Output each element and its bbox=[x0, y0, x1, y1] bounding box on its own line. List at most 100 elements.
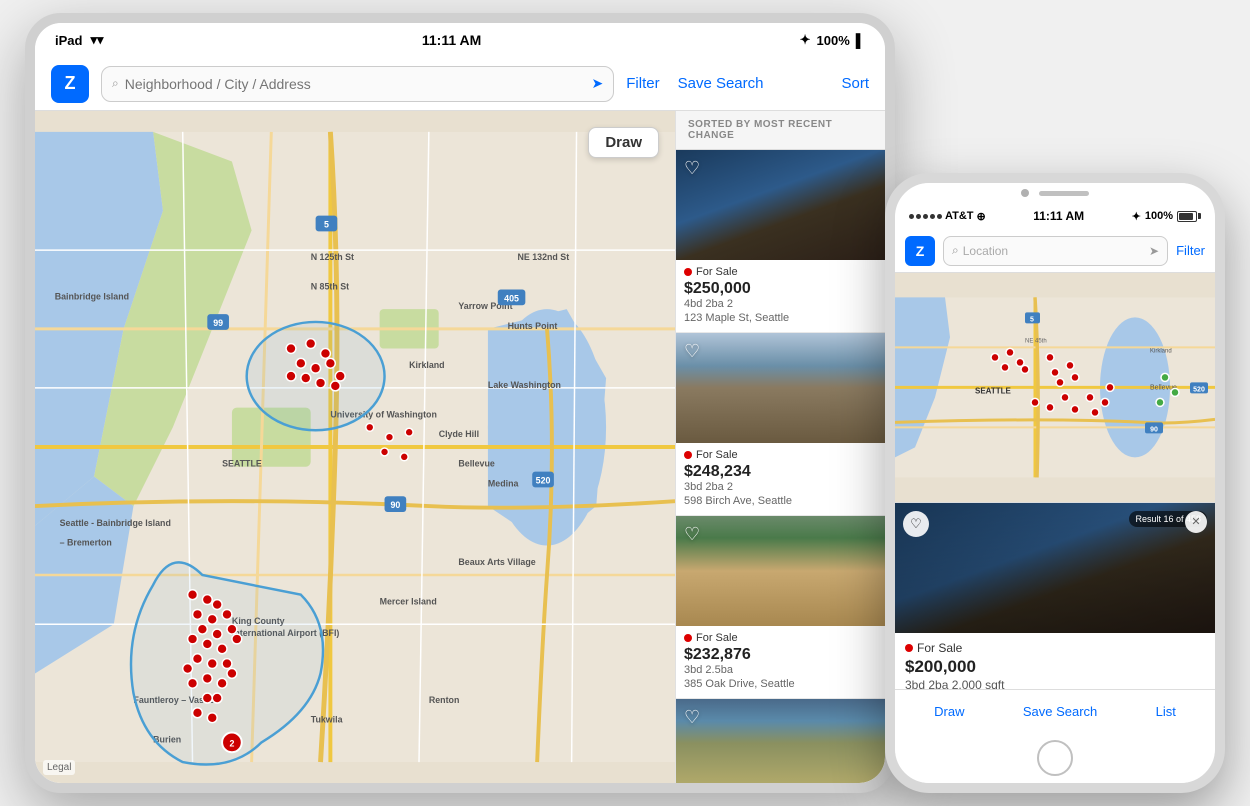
svg-text:Bainbridge Island: Bainbridge Island bbox=[55, 291, 129, 301]
filter-button[interactable]: Filter bbox=[626, 75, 659, 92]
ipad-search-bar[interactable]: ⌕ ➤ bbox=[101, 66, 614, 102]
iphone-nav-bar: Z ⌕ Location ➤ Filter bbox=[895, 229, 1215, 273]
iphone-content: SEATTLE Bellevue Kirkland NE 45th 5 520 … bbox=[895, 273, 1215, 689]
listing-info-1: For Sale $250,000 4bd 2ba 2 123 Maple St… bbox=[676, 260, 885, 332]
iphone-search-placeholder: Location bbox=[963, 244, 1008, 258]
for-sale-dot-3 bbox=[684, 634, 692, 642]
signal-strength bbox=[909, 214, 942, 219]
ipad-content: Bainbridge Island Seattle - Bainbridge I… bbox=[35, 111, 885, 783]
iphone-wifi-icon: ⊕ bbox=[977, 210, 986, 223]
iphone-listing-details: 3bd 2ba 2,000 sqft bbox=[905, 678, 1205, 689]
for-sale-label-1: For Sale bbox=[696, 266, 738, 278]
iphone-filter-button[interactable]: Filter bbox=[1176, 243, 1205, 258]
iphone-map[interactable]: SEATTLE Bellevue Kirkland NE 45th 5 520 … bbox=[895, 273, 1215, 502]
iphone-favorite-icon[interactable]: ♡ bbox=[903, 511, 929, 537]
favorite-icon-4[interactable]: ♡ bbox=[684, 707, 700, 728]
ipad-status-bar: iPad ▾▾ 11:11 AM ✦ 100% ▌ bbox=[35, 23, 885, 57]
svg-text:Kirkland: Kirkland bbox=[1150, 348, 1172, 354]
ipad-listing-panel: SORTED BY MOST RECENT CHANGE ♡ For Sale … bbox=[675, 111, 885, 783]
scene: iPad ▾▾ 11:11 AM ✦ 100% ▌ Z ⌕ ➤ bbox=[25, 13, 1225, 793]
iphone-device: AT&T ⊕ 11:11 AM ✦ 100% bbox=[885, 173, 1225, 793]
svg-text:Hunts Point: Hunts Point bbox=[508, 321, 558, 331]
signal-dot-4 bbox=[930, 214, 935, 219]
iphone-home-button[interactable] bbox=[1037, 740, 1073, 776]
svg-text:2: 2 bbox=[229, 738, 234, 748]
svg-text:Tukwila: Tukwila bbox=[311, 715, 343, 725]
iphone-battery-label: 100% bbox=[1145, 210, 1173, 222]
ipad-battery-icon: ▌ bbox=[856, 33, 865, 48]
iphone-time: 11:11 AM bbox=[1033, 209, 1084, 223]
listing-card-4[interactable]: ♡ For Sale $214,485 2bd 1.75ba bbox=[676, 699, 885, 783]
svg-text:N 125th St: N 125th St bbox=[311, 252, 354, 262]
svg-text:Renton: Renton bbox=[429, 695, 460, 705]
iphone-list-button[interactable]: List bbox=[1156, 704, 1176, 719]
save-search-button[interactable]: Save Search bbox=[678, 75, 764, 92]
iphone-status-bar: AT&T ⊕ 11:11 AM ✦ 100% bbox=[895, 203, 1215, 229]
iphone-search-bar[interactable]: ⌕ Location ➤ bbox=[943, 236, 1168, 266]
svg-text:5: 5 bbox=[324, 219, 329, 229]
listing-details-2: 3bd 2ba 2 bbox=[684, 481, 877, 493]
svg-text:SEATTLE: SEATTLE bbox=[975, 386, 1012, 395]
location-arrow-icon[interactable]: ➤ bbox=[592, 75, 604, 92]
iphone-listing-info: For Sale $200,000 3bd 2ba 2,000 sqft 123… bbox=[895, 633, 1215, 689]
svg-text:Clyde Hill: Clyde Hill bbox=[439, 429, 479, 439]
ipad-device: iPad ▾▾ 11:11 AM ✦ 100% ▌ Z ⌕ ➤ bbox=[25, 13, 895, 793]
svg-text:– Bremerton: – Bremerton bbox=[60, 537, 112, 547]
favorite-icon-1[interactable]: ♡ bbox=[684, 158, 700, 179]
ipad-wifi-icon: ▾▾ bbox=[90, 32, 103, 48]
listing-panel-header: SORTED BY MOST RECENT CHANGE bbox=[676, 111, 885, 150]
for-sale-dot-1 bbox=[684, 268, 692, 276]
iphone-close-icon[interactable]: ✕ bbox=[1185, 511, 1207, 533]
listing-image-3: ♡ bbox=[676, 516, 885, 626]
battery-fill bbox=[1179, 213, 1193, 220]
listing-address-2: 598 Birch Ave, Seattle bbox=[684, 495, 877, 507]
draw-button[interactable]: Draw bbox=[588, 127, 659, 158]
sort-button[interactable]: Sort bbox=[841, 75, 869, 92]
listing-card-3[interactable]: ♡ For Sale $232,876 3bd 2.5ba 385 Oak Dr… bbox=[676, 516, 885, 699]
listing-card-1[interactable]: ♡ For Sale $250,000 4bd 2ba 2 123 Maple … bbox=[676, 150, 885, 333]
ipad-time: 11:11 AM bbox=[422, 32, 481, 48]
listing-card-2[interactable]: ♡ For Sale $248,234 3bd 2ba 2 598 Birch … bbox=[676, 333, 885, 516]
favorite-icon-3[interactable]: ♡ bbox=[684, 524, 700, 545]
svg-text:Mercer Island: Mercer Island bbox=[380, 597, 437, 607]
legal-text: Legal bbox=[43, 760, 75, 775]
svg-text:NE 45th: NE 45th bbox=[1025, 338, 1047, 344]
iphone-zillow-logo[interactable]: Z bbox=[905, 236, 935, 266]
signal-dot-5 bbox=[937, 214, 942, 219]
iphone-draw-button[interactable]: Draw bbox=[934, 704, 964, 719]
iphone-battery-icon bbox=[1177, 211, 1201, 222]
svg-text:5: 5 bbox=[1030, 316, 1034, 323]
ipad-nav-actions: Filter Save Search Sort bbox=[626, 75, 869, 92]
search-icon: ⌕ bbox=[112, 76, 119, 91]
iphone-search-icon: ⌕ bbox=[952, 243, 959, 258]
svg-text:Seattle - Bainbridge Island: Seattle - Bainbridge Island bbox=[60, 518, 171, 528]
ipad-battery-label: 100% bbox=[817, 33, 850, 48]
iphone-listing-detail: ♡ Result 16 of 458 ✕ For Sale $200,000 3… bbox=[895, 502, 1215, 689]
ipad-search-input[interactable] bbox=[125, 76, 586, 92]
listing-price-2: $248,234 bbox=[684, 463, 877, 481]
iphone-bluetooth-icon: ✦ bbox=[1132, 210, 1141, 223]
ipad-model-label: iPad bbox=[55, 33, 82, 48]
listing-image-1: ♡ bbox=[676, 150, 885, 260]
iphone-location-icon[interactable]: ➤ bbox=[1149, 244, 1159, 258]
iphone-speaker bbox=[1039, 191, 1089, 196]
for-sale-label-2: For Sale bbox=[696, 449, 738, 461]
ipad-map[interactable]: Bainbridge Island Seattle - Bainbridge I… bbox=[35, 111, 675, 783]
zillow-logo[interactable]: Z bbox=[51, 65, 89, 103]
listing-details-3: 3bd 2.5ba bbox=[684, 664, 877, 676]
iphone-listing-price: $200,000 bbox=[905, 657, 1205, 677]
for-sale-label-3: For Sale bbox=[696, 632, 738, 644]
ipad-nav-bar: Z ⌕ ➤ Filter Save Search Sort bbox=[35, 57, 885, 111]
for-sale-dot-2 bbox=[684, 451, 692, 459]
favorite-icon-2[interactable]: ♡ bbox=[684, 341, 700, 362]
svg-text:520: 520 bbox=[536, 475, 551, 485]
iphone-camera bbox=[1021, 189, 1029, 197]
listing-info-2: For Sale $248,234 3bd 2ba 2 598 Birch Av… bbox=[676, 443, 885, 515]
iphone-status-left: AT&T ⊕ bbox=[909, 210, 986, 223]
ipad-bluetooth-icon: ✦ bbox=[800, 32, 811, 48]
svg-text:Kirkland: Kirkland bbox=[409, 360, 444, 370]
listing-price-1: $250,000 bbox=[684, 280, 877, 298]
iphone-save-search-button[interactable]: Save Search bbox=[1023, 704, 1097, 719]
iphone-bottom bbox=[895, 733, 1215, 783]
svg-text:405: 405 bbox=[504, 293, 519, 303]
